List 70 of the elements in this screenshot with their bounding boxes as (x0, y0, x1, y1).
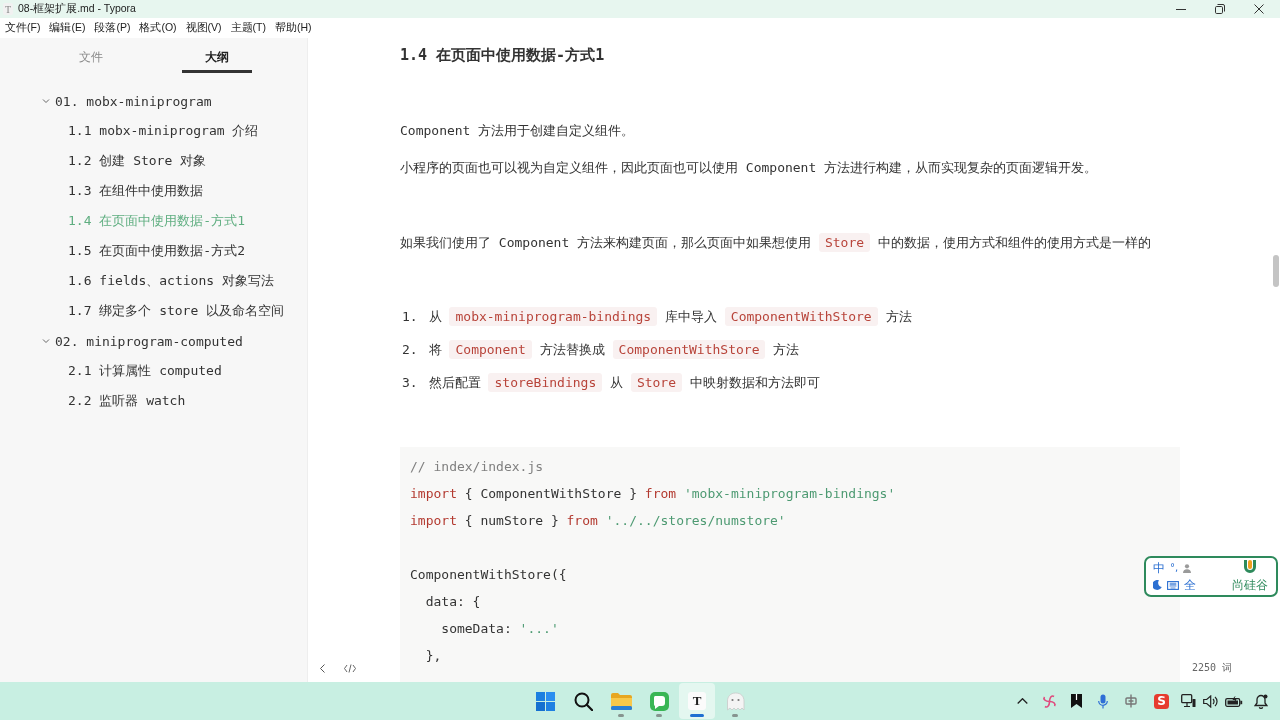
outline-item[interactable]: 1.5 在页面中使用数据-方式2 (68, 242, 245, 260)
input-method-icon[interactable] (1124, 694, 1138, 708)
list-item-text: 将 Component 方法替换成 ComponentWithStore 方法 (428, 339, 800, 361)
close-icon (1253, 4, 1264, 14)
code-line: }, (424, 647, 442, 665)
restore-icon (1214, 4, 1225, 14)
tray-app-icon[interactable]: S (1154, 693, 1169, 709)
menu-item[interactable]: 格式(O) (139, 21, 177, 35)
scrollbar-thumb[interactable] (1273, 255, 1279, 287)
app-icon: T (3, 3, 13, 15)
sidebar-tab[interactable]: 文件 (56, 46, 126, 73)
u-logo-icon (1243, 560, 1257, 574)
outline-item[interactable]: 1.6 fields、actions 对象写法 (68, 272, 274, 290)
start-icon (535, 691, 555, 711)
microphone-icon[interactable] (1098, 693, 1108, 709)
outline-item[interactable]: 1.1 mobx-miniprogram 介绍 (68, 122, 259, 140)
list-number: 2. (402, 341, 418, 359)
section-heading: 1.4 在页面中使用数据-方式1 (400, 45, 605, 65)
brand-name: 尚硅谷 (1232, 578, 1268, 593)
outline-item[interactable]: 01. mobx-miniprogram (55, 93, 212, 109)
battery-icon[interactable] (1225, 695, 1243, 707)
list-number: 1. (402, 308, 418, 326)
search-icon (573, 691, 593, 711)
code-line: data: { (424, 593, 481, 611)
app-icon: T (688, 692, 706, 710)
ime-width-mode[interactable]: 全 (1184, 578, 1196, 592)
chevron-up-icon[interactable] (1017, 698, 1028, 704)
menu-item[interactable]: 段落(P) (94, 21, 131, 35)
pinwheel-icon[interactable] (1042, 693, 1057, 709)
notification-bell-icon[interactable] (1253, 693, 1268, 709)
outline-item[interactable]: 02. miniprogram-computed (55, 333, 243, 349)
menu-item[interactable]: 编辑(E) (49, 21, 86, 35)
bookmark-icon[interactable] (1071, 694, 1082, 708)
code-icon[interactable] (344, 663, 356, 673)
menu-item[interactable]: 主题(T) (230, 21, 266, 35)
outline-item[interactable]: 2.1 计算属性 computed (68, 362, 222, 380)
code-line: someData: '...' (440, 620, 559, 638)
volume-icon[interactable] (1203, 694, 1218, 708)
list-item-text: 从 mobx-miniprogram-bindings 库中导入 ComponentWithStore 方法 (428, 306, 912, 328)
taskbar-button[interactable]: T (679, 683, 715, 719)
menu-item[interactable]: 文件(F) (5, 21, 41, 35)
code-line: import { numStore } from '../../stores/numstore' (410, 512, 786, 530)
ime-punctuation[interactable]: °, (1170, 562, 1179, 574)
person-icon[interactable] (1183, 563, 1192, 573)
menu-item[interactable]: 视图(V) (185, 21, 222, 35)
network-icon[interactable] (1181, 694, 1196, 708)
menu-item[interactable]: 帮助(H) (275, 21, 312, 35)
code-line: // index/index.js (410, 458, 544, 476)
outline-item[interactable]: 1.7 绑定多个 store 以及命名空间 (68, 302, 285, 320)
outline-item[interactable]: 2.2 监听器 watch (68, 392, 186, 410)
list-number: 3. (402, 374, 418, 392)
outline-item[interactable]: 1.2 创建 Store 对象 (68, 152, 207, 170)
keyboard-icon[interactable] (1167, 580, 1179, 590)
sidebar-tab[interactable]: 大纲 (182, 46, 252, 73)
ghost-icon (725, 691, 745, 711)
minimize-icon (1175, 8, 1186, 10)
word-count: 2250 词 (1191, 661, 1232, 675)
list-item-text: 然后配置 storeBindings 从 Store 中映射数据和方法即可 (428, 372, 820, 394)
outline-item[interactable]: 1.3 在组件中使用数据 (68, 182, 204, 200)
paragraph: 小程序的页面也可以视为自定义组件，因此页面也可以使用 Component 方法进行构建，从而实现复杂的页面逻辑开发。 (400, 159, 1098, 177)
ime-mode[interactable]: 中 (1153, 561, 1165, 575)
code-line: import { ComponentWithStore } from 'mobx-miniprogram-bindings' (410, 485, 896, 503)
code-line: ComponentWithStore({ (410, 566, 567, 584)
moon-icon[interactable] (1153, 580, 1162, 590)
window-title: 08-框架扩展.md - Typora (18, 2, 136, 16)
chevron-left-icon[interactable] (320, 663, 325, 673)
folder-icon (610, 692, 632, 710)
paragraph: Component 方法用于创建自定义组件。 (400, 122, 635, 140)
chat-icon (649, 691, 669, 711)
paragraph: 如果我们使用了 Component 方法来构建页面，那么页面中如果想使用 Store 中的数据，使用方式和组件的使用方式是一样的 (400, 232, 1151, 254)
